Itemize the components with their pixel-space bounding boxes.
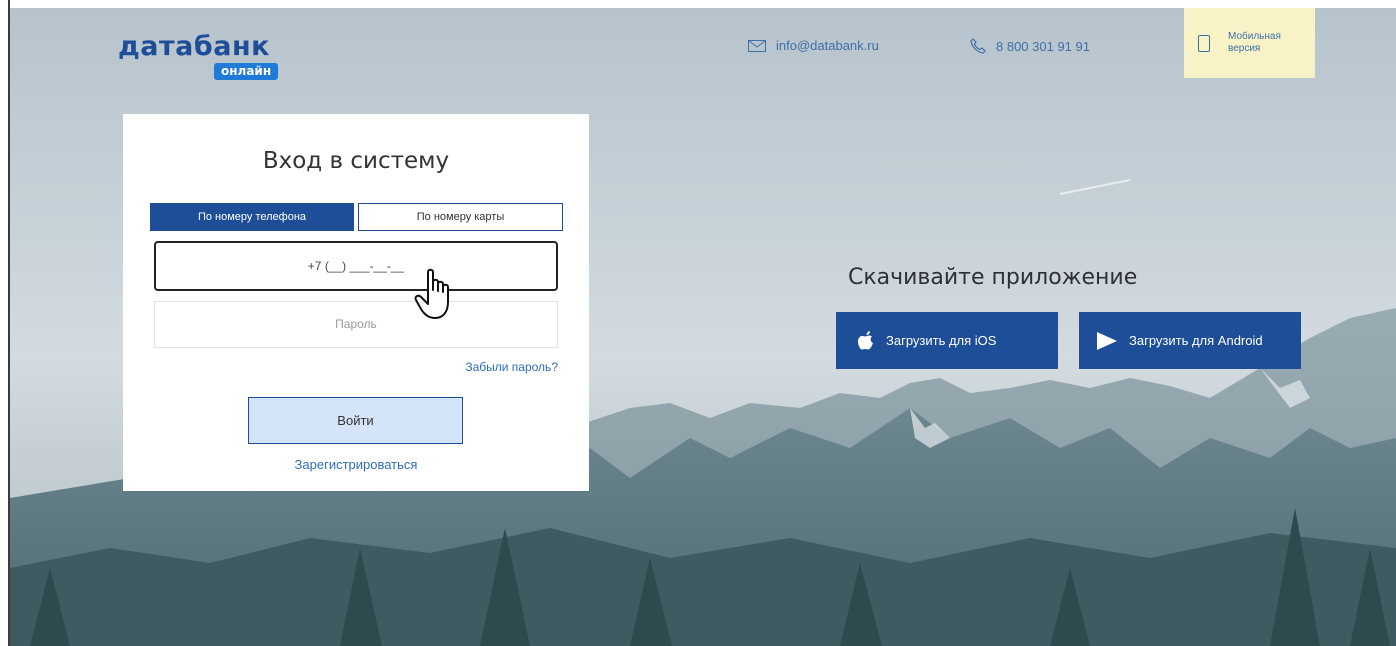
window-left-edge bbox=[0, 0, 10, 646]
phone-input[interactable]: +7 (__) ___-__-__ bbox=[154, 241, 558, 291]
logo-wordmark: датабанк bbox=[118, 31, 270, 62]
tab-card-number[interactable]: По номеру карты bbox=[358, 203, 563, 231]
mobile-label-line2: версия bbox=[1228, 43, 1261, 54]
forgot-password-link[interactable]: Забыли пароль? bbox=[465, 360, 558, 374]
apple-icon bbox=[858, 330, 876, 351]
mobile-version-button[interactable]: Мобильная версия bbox=[1184, 8, 1315, 78]
play-store-icon bbox=[1095, 331, 1119, 351]
email-text: info@databank.ru bbox=[776, 38, 879, 53]
contact-email[interactable]: info@databank.ru bbox=[748, 38, 879, 53]
phone-icon bbox=[970, 38, 986, 54]
phone-text: 8 800 301 91 91 bbox=[996, 38, 1090, 54]
password-input[interactable]: Пароль bbox=[154, 301, 558, 348]
download-android-label: Загрузить для Android bbox=[1129, 333, 1263, 348]
page-background: датабанк онлайн info@databank.ru 8 800 3… bbox=[10, 8, 1396, 646]
register-link[interactable]: Зарегистрироваться bbox=[123, 457, 589, 472]
contact-phone[interactable]: 8 800 301 91 91 bbox=[970, 38, 1090, 54]
download-ios-label: Загрузить для iOS bbox=[886, 333, 997, 348]
login-button[interactable]: Войти bbox=[248, 397, 463, 444]
download-title: Скачивайте приложение bbox=[848, 265, 1138, 290]
download-ios-button[interactable]: Загрузить для iOS bbox=[836, 312, 1058, 369]
hand-cursor-icon bbox=[414, 268, 449, 319]
mobile-phone-icon bbox=[1198, 34, 1210, 52]
mail-icon bbox=[748, 39, 766, 52]
download-android-button[interactable]: Загрузить для Android bbox=[1079, 312, 1301, 369]
login-panel: Вход в систему По номеру телефона По ном… bbox=[123, 114, 589, 491]
mobile-label-line1: Мобильная bbox=[1228, 31, 1281, 42]
brand-logo[interactable]: датабанк онлайн bbox=[118, 31, 279, 80]
login-title: Вход в систему bbox=[262, 148, 450, 174]
tab-phone-number[interactable]: По номеру телефона bbox=[150, 203, 354, 231]
logo-badge: онлайн bbox=[214, 63, 279, 80]
